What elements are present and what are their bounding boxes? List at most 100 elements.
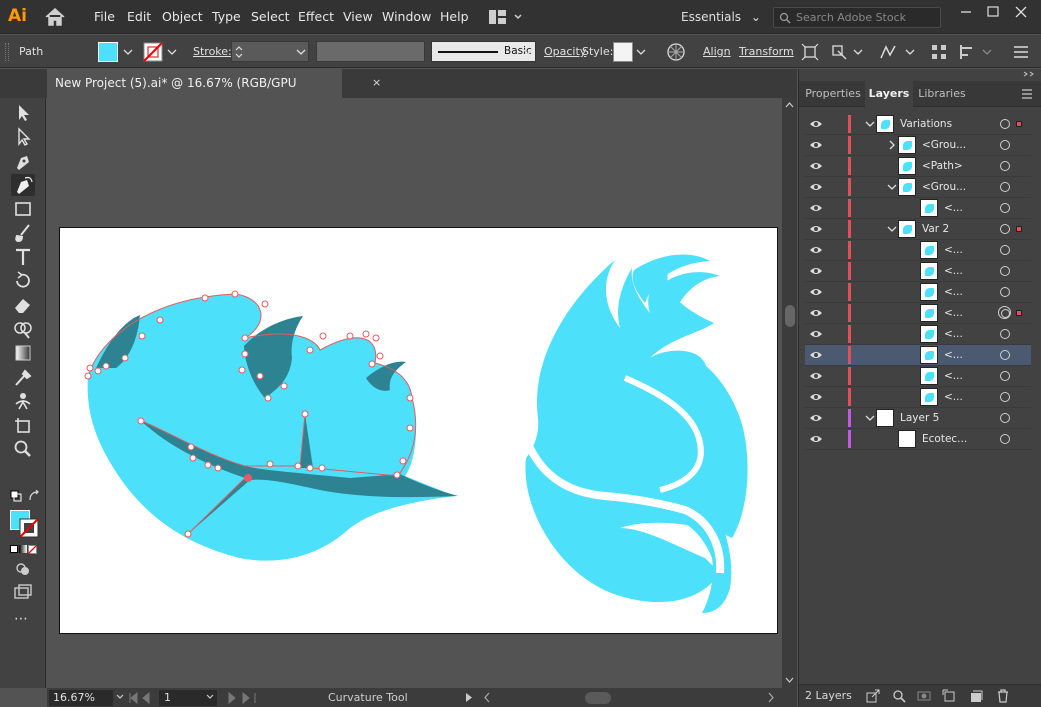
anchor-point[interactable] (318, 464, 326, 472)
layer-name[interactable]: <... (944, 261, 963, 282)
align-link[interactable]: Align (703, 35, 731, 68)
arrange-documents-icon[interactable] (487, 8, 523, 26)
default-colors-icon[interactable] (10, 490, 22, 502)
layer-row[interactable]: <Path> (805, 156, 1031, 177)
distribute-icon[interactable] (958, 43, 976, 61)
variable-width-profile[interactable] (316, 41, 425, 62)
eyedropper-tool-icon[interactable] (11, 366, 35, 388)
anchor-point[interactable] (393, 471, 401, 479)
target-icon[interactable] (1000, 266, 1010, 276)
scroll-right-icon[interactable] (767, 692, 775, 703)
anchor-point[interactable] (189, 454, 197, 462)
anchor-point[interactable] (238, 366, 246, 374)
anchor-point[interactable] (121, 354, 129, 362)
anchor-point[interactable] (264, 394, 272, 402)
target-icon[interactable] (1000, 350, 1010, 360)
graphic-style-swatch[interactable] (613, 42, 633, 62)
anchor-point[interactable] (137, 417, 145, 425)
layer-name[interactable]: Layer 5 (900, 408, 939, 429)
minimize-icon[interactable] (955, 3, 977, 21)
visibility-eye-icon[interactable] (809, 329, 823, 339)
visibility-eye-icon[interactable] (809, 392, 823, 402)
workspace-switcher[interactable]: Essentials ⌄ (681, 0, 761, 34)
layer-row[interactable]: <... (805, 261, 1031, 282)
anchor-point[interactable] (346, 332, 354, 340)
curvature-tool-icon[interactable] (11, 174, 35, 196)
visibility-eye-icon[interactable] (809, 224, 823, 234)
menu-file[interactable]: File (94, 0, 115, 34)
target-icon[interactable] (1000, 203, 1010, 213)
menu-effect[interactable]: Effect (298, 0, 334, 34)
menu-select[interactable]: Select (251, 0, 290, 34)
tab-layers[interactable]: Layers (865, 81, 913, 107)
target-icon[interactable] (1000, 392, 1010, 402)
color-mode-icon[interactable] (10, 545, 18, 553)
anchor-point[interactable] (156, 316, 164, 324)
export-icon[interactable] (866, 689, 880, 703)
swap-colors-icon[interactable] (28, 490, 40, 502)
layer-row[interactable]: <... (805, 240, 1031, 261)
layer-row[interactable]: Var 2 (805, 219, 1031, 240)
status-menu-icon[interactable] (465, 692, 473, 703)
direct-selection-tool-icon[interactable] (11, 126, 35, 148)
artboard-tool-icon[interactable] (11, 414, 35, 436)
stroke-weight-field[interactable] (231, 41, 309, 62)
visibility-eye-icon[interactable] (809, 245, 823, 255)
visibility-eye-icon[interactable] (809, 287, 823, 297)
visibility-eye-icon[interactable] (809, 161, 823, 171)
clipping-mask-icon[interactable] (917, 689, 931, 703)
trash-icon[interactable] (996, 689, 1010, 703)
chevron-down-icon[interactable] (294, 43, 308, 61)
anchor-point[interactable] (376, 352, 384, 360)
layer-name[interactable]: Ecotec... (922, 429, 967, 450)
puppet-icon[interactable] (878, 43, 898, 61)
anchor-point[interactable] (399, 457, 407, 465)
tab-properties[interactable]: Properties (801, 81, 865, 107)
layer-name[interactable]: <... (944, 366, 963, 387)
first-prev-artboard-icon[interactable] (127, 692, 155, 704)
stroke-swatch[interactable] (143, 42, 163, 62)
chevron-down-icon[interactable] (121, 43, 135, 61)
layer-name[interactable]: <... (944, 198, 963, 219)
layer-row[interactable]: <Grou... (805, 135, 1031, 156)
target-icon[interactable] (1000, 329, 1010, 339)
close-tab-icon[interactable]: × (372, 77, 384, 89)
layer-name[interactable]: Var 2 (922, 219, 949, 240)
layer-row[interactable]: <... (805, 198, 1031, 219)
layer-name[interactable]: <... (944, 324, 963, 345)
rotate-tool-icon[interactable] (11, 270, 35, 292)
anchor-point[interactable] (362, 330, 370, 338)
pen-tool-icon[interactable] (11, 150, 35, 172)
anchor-point[interactable] (184, 530, 192, 538)
selection-indicator[interactable] (1016, 310, 1022, 316)
target-icon[interactable] (1000, 182, 1010, 192)
paintbrush-tool-icon[interactable] (11, 222, 35, 244)
eraser-tool-icon[interactable] (11, 294, 35, 316)
layer-row[interactable]: <Grou... (805, 177, 1031, 198)
visibility-eye-icon[interactable] (809, 203, 823, 213)
layer-name[interactable]: <Path> (922, 156, 963, 177)
layer-row[interactable]: Variations (805, 114, 1031, 135)
anchor-point[interactable] (241, 334, 249, 342)
anchor-point[interactable] (372, 334, 380, 342)
none-mode-icon[interactable] (28, 545, 37, 554)
document-tab[interactable]: New Project (5).ai* @ 16.67% (RGB/GPU Pr… (47, 69, 381, 119)
anchor-point[interactable] (256, 372, 264, 380)
vertical-scrollbar[interactable] (782, 98, 797, 688)
anchor-point[interactable] (294, 462, 302, 470)
search-input[interactable]: Search Adobe Stock (773, 7, 941, 28)
next-last-artboard-icon[interactable] (225, 692, 259, 704)
gradient-mode-icon[interactable] (19, 545, 27, 553)
chevron-down-icon[interactable] (115, 692, 125, 702)
transform-link[interactable]: Transform (739, 35, 794, 68)
chevron-down-icon[interactable] (205, 692, 215, 702)
anchor-point[interactable] (406, 394, 414, 402)
stepper-icon[interactable] (234, 43, 244, 61)
rectangle-tool-icon[interactable] (11, 198, 35, 220)
visibility-eye-icon[interactable] (809, 350, 823, 360)
layer-row[interactable]: Layer 5 (805, 408, 1031, 429)
stroke-color-swatch[interactable] (19, 518, 39, 538)
grip-handle[interactable] (5, 43, 9, 61)
anchor-point[interactable] (368, 360, 376, 368)
target-icon[interactable] (1000, 245, 1010, 255)
